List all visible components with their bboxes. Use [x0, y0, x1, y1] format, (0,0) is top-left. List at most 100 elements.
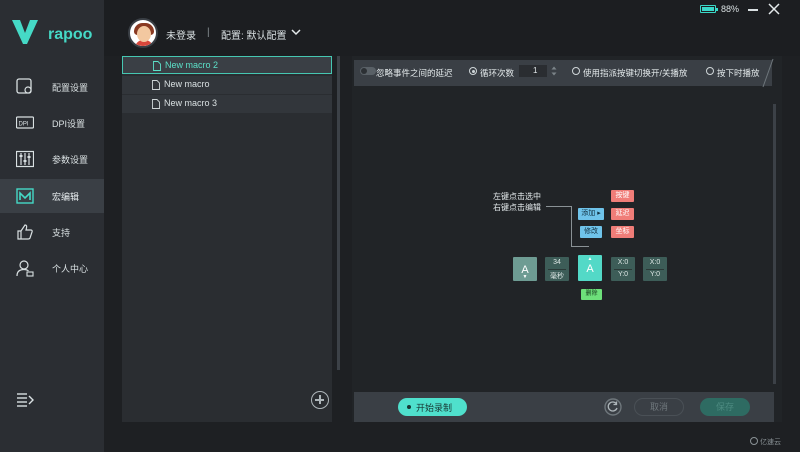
collapse-menu-icon[interactable]	[16, 392, 34, 408]
key-event-down[interactable]: A ▼	[513, 257, 537, 281]
dpi-icon: DPI	[16, 116, 34, 129]
insert-delay-label: 延迟	[615, 210, 630, 217]
add-action-label: 添加	[581, 210, 596, 217]
edit-action-button[interactable]: 修改	[580, 226, 602, 238]
tile-divider	[614, 269, 632, 270]
toggle-mode-label: 使用指派按键切换开/关播放	[583, 68, 688, 78]
start-record-button[interactable]: 开始录制	[398, 398, 467, 416]
delay-event[interactable]: 34 毫秒	[545, 257, 569, 281]
file-icon	[152, 80, 160, 90]
close-icon[interactable]	[767, 2, 781, 16]
loop-count-input[interactable]: 1	[519, 65, 547, 77]
battery-level	[702, 7, 715, 11]
header-separator: |	[207, 27, 210, 38]
refresh-icon[interactable]	[604, 398, 622, 416]
press-play-radio[interactable]	[706, 67, 714, 75]
macro-list-item[interactable]: New macro 3	[122, 95, 332, 113]
arrow-up-icon: ▲	[587, 256, 593, 262]
sidebar-item-params[interactable]: 参数设置	[0, 142, 104, 176]
avatar[interactable]	[128, 18, 158, 48]
edit-action-label: 修改	[584, 228, 598, 235]
sidebar-item-label: 配置设置	[52, 83, 89, 93]
file-icon	[153, 61, 161, 71]
ignore-delay-toggle[interactable]	[360, 67, 376, 75]
arrow-down-icon: ▼	[522, 274, 528, 280]
toggle-mode-radio[interactable]	[572, 67, 580, 75]
sidebar-item-label: DPI设置	[52, 119, 86, 129]
hint-right-click: 右键点击编辑	[493, 203, 541, 212]
minimize-icon[interactable]	[748, 9, 758, 11]
coord-x: X:0	[617, 259, 629, 266]
arrow-right-icon: ▸	[595, 210, 601, 217]
cancel-button[interactable]: 取消	[634, 398, 684, 416]
coord-y: Y:0	[617, 271, 629, 278]
hint-connector	[571, 206, 572, 247]
sidebar: rapoo 配置设置 DPI DPI设置 参数设置 宏编辑 支持 个人中心	[0, 0, 104, 452]
sidebar-item-profile[interactable]: 个人中心	[0, 251, 104, 285]
watermark-icon	[750, 437, 758, 445]
insert-key-button[interactable]: 按键	[611, 190, 634, 202]
start-record-label: 开始录制	[416, 403, 453, 413]
avatar-face	[137, 26, 151, 42]
save-button[interactable]: 保存	[700, 398, 750, 416]
macro-list-scrollbar[interactable]	[337, 56, 340, 370]
file-icon	[152, 99, 160, 109]
sidebar-item-macro[interactable]: 宏编辑	[0, 179, 104, 213]
battery-icon	[700, 5, 718, 13]
insert-key-label: 按键	[615, 192, 630, 199]
macro-name: New macro 2	[165, 60, 219, 70]
hint-left-click: 左键点击选中	[493, 192, 541, 201]
coord-x: X:0	[649, 259, 661, 266]
sidebar-item-label: 个人中心	[52, 264, 89, 274]
delay-unit: 毫秒	[550, 273, 564, 280]
login-status[interactable]: 未登录	[166, 27, 196, 42]
insert-coord-label: 坐标	[615, 228, 630, 235]
user-icon	[16, 260, 34, 277]
macro-icon	[16, 188, 34, 204]
record-dot-icon	[407, 405, 411, 409]
tile-divider	[646, 269, 664, 270]
sidebar-item-dpi[interactable]: DPI DPI设置	[0, 106, 104, 140]
macro-name: New macro 3	[164, 98, 218, 108]
add-action-button[interactable]: 添加 ▸	[578, 208, 604, 220]
loop-radio[interactable]	[469, 67, 477, 75]
key-event-up-selected[interactable]: ▲ A	[578, 255, 602, 281]
sidebar-item-label: 宏编辑	[52, 192, 80, 202]
config-selector[interactable]: 配置: 默认配置	[221, 27, 287, 42]
chevron-down-icon[interactable]	[290, 26, 302, 38]
add-macro-button[interactable]	[311, 391, 329, 409]
sliders-icon	[16, 150, 34, 168]
battery-percent: 88%	[721, 4, 740, 14]
delete-label: 删除	[585, 291, 598, 297]
delete-event-button[interactable]: 删除	[581, 289, 602, 300]
coord-event[interactable]: X:0 Y:0	[611, 257, 635, 281]
insert-coord-button[interactable]: 坐标	[611, 226, 634, 238]
svg-text:rapoo: rapoo	[48, 26, 93, 43]
coord-event[interactable]: X:0 Y:0	[643, 257, 667, 281]
rapoo-logo: rapoo	[12, 20, 93, 44]
thumbs-up-icon	[17, 224, 33, 240]
key-glyph: A	[586, 263, 594, 275]
ignore-delay-label: 忽略事件之间的延迟	[376, 68, 453, 78]
loop-stepper-icon[interactable]	[551, 66, 557, 76]
toolbar-corner-decoration	[762, 58, 774, 88]
macro-list-item[interactable]: New macro 2	[122, 56, 332, 74]
insert-delay-button[interactable]: 延迟	[611, 208, 634, 220]
hint-connector	[546, 206, 572, 207]
loop-label: 循环次数	[480, 68, 515, 78]
coord-y: Y:0	[649, 271, 661, 278]
press-play-label: 按下时播放	[717, 68, 760, 78]
delay-value: 34	[553, 259, 561, 266]
sidebar-item-config[interactable]: 配置设置	[0, 70, 104, 104]
sidebar-item-support[interactable]: 支持	[0, 215, 104, 249]
watermark-text: 亿速云	[760, 439, 781, 446]
macro-list-item[interactable]: New macro	[122, 76, 332, 94]
macro-name: New macro	[164, 79, 210, 89]
sidebar-item-label: 支持	[52, 228, 71, 238]
macro-editor-panel	[352, 56, 782, 422]
svg-text:DPI: DPI	[19, 122, 29, 128]
hint-connector	[571, 246, 589, 247]
sidebar-item-label: 参数设置	[52, 155, 89, 165]
tile-divider	[548, 269, 566, 270]
editor-scrollbar[interactable]	[773, 104, 776, 384]
